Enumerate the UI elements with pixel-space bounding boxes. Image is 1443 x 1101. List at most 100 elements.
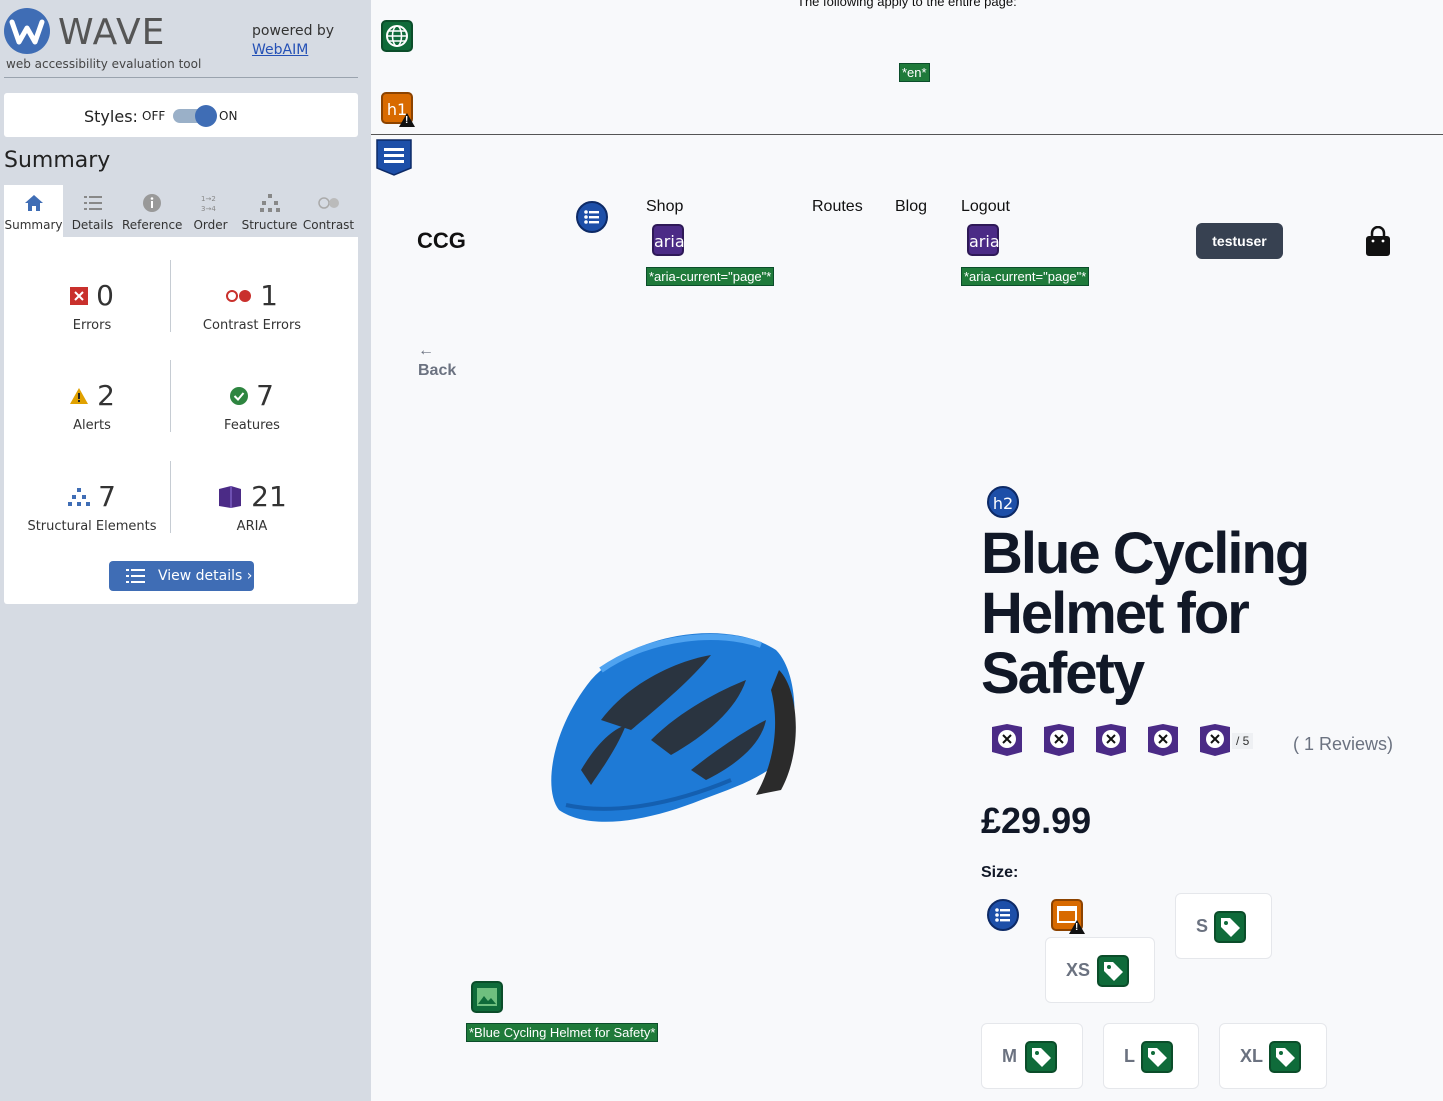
back-label: Back	[418, 362, 457, 379]
aria-hidden-icon[interactable]	[1094, 723, 1128, 757]
language-globe-icon[interactable]	[381, 20, 413, 52]
label-tag-icon[interactable]	[1097, 955, 1129, 987]
product-image	[551, 633, 796, 822]
styles-toggle-switch[interactable]	[173, 105, 217, 127]
reviews-count-link[interactable]: ( 1 Reviews)	[1293, 730, 1413, 758]
wave-logo-icon	[4, 8, 50, 54]
label-tag-icon[interactable]	[1025, 1041, 1057, 1073]
nav-blog[interactable]: Blog	[895, 198, 927, 216]
tab-label: Details	[71, 218, 114, 232]
nav-routes[interactable]: Routes	[812, 198, 863, 216]
divider	[4, 77, 358, 78]
styles-off-label: OFF	[142, 109, 166, 123]
aria-label: ARIA	[236, 519, 268, 534]
aria-icon-text: aria	[969, 232, 1000, 251]
styles-on-label: ON	[219, 109, 238, 123]
nav-logout[interactable]: Logout	[961, 198, 1010, 216]
tab-contrast[interactable]: Contrast	[299, 185, 358, 237]
info-icon	[142, 194, 161, 212]
product-title: Blue Cycling Helmet for Safety	[981, 521, 1310, 706]
aria-hidden-icon[interactable]	[990, 723, 1024, 757]
contrast-error-icon	[226, 289, 252, 302]
arrow-left-icon: ←	[418, 342, 434, 359]
size-label-s: S	[1196, 915, 1209, 936]
features-count: 7	[256, 379, 274, 412]
page-content: The following apply to the entire page: …	[371, 0, 1443, 1101]
size-option-m[interactable]: M	[981, 1023, 1083, 1089]
structural-stat[interactable]: 7 Structural Elements	[9, 480, 175, 534]
size-label-xs: XS	[1066, 959, 1091, 980]
tab-label: Summary	[4, 218, 63, 232]
tab-label: Structure	[241, 218, 298, 232]
product-price: £29.99	[981, 800, 1092, 841]
back-link[interactable]: ← Back	[418, 342, 456, 380]
wave-subtitle: web accessibility evaluation tool	[6, 57, 202, 71]
h2-icon[interactable]: h2	[987, 486, 1019, 518]
wave-tabs: Summary Details Reference 1→2 3→4 Order S…	[4, 185, 358, 237]
tab-order[interactable]: 1→2 3→4 Order	[181, 185, 240, 237]
aria-stat[interactable]: 21 ARIA	[169, 480, 335, 534]
contrast-errors-stat[interactable]: 1 Contrast Errors	[169, 279, 335, 333]
structure-icon	[259, 194, 280, 212]
contrast-icon	[317, 197, 339, 209]
summary-heading: Summary	[4, 148, 111, 173]
user-menu-button[interactable]: testuser	[1196, 223, 1283, 259]
landmark-icon[interactable]	[376, 138, 412, 176]
shopping-bag-icon[interactable]	[1364, 226, 1392, 258]
features-label: Features	[224, 418, 280, 433]
alerts-stat[interactable]: 2 Alerts	[9, 379, 175, 433]
webaim-link[interactable]: WebAIM	[252, 42, 308, 58]
aria-icon[interactable]: aria	[967, 224, 1000, 256]
errors-label: Errors	[72, 318, 112, 333]
styles-label: Styles:	[84, 107, 138, 126]
label-tag-icon[interactable]	[1269, 1041, 1301, 1073]
wave-sidebar: WAVE web accessibility evaluation tool p…	[0, 0, 371, 1101]
view-details-button[interactable]: View details ›	[109, 561, 254, 591]
alert-icon	[70, 387, 89, 404]
tab-reference[interactable]: Reference	[122, 185, 182, 237]
brand-logo[interactable]: CCG	[417, 228, 466, 254]
list-structure-icon[interactable]	[576, 201, 608, 233]
list-icon	[126, 569, 145, 583]
contrast-errors-count: 1	[260, 279, 278, 312]
structural-label: Structural Elements	[27, 519, 157, 534]
aria-icon[interactable]: aria	[652, 224, 685, 256]
aria-hidden-icon[interactable]	[1198, 723, 1232, 757]
feature-check-icon	[230, 386, 249, 405]
features-stat[interactable]: 7 Features	[169, 379, 335, 433]
errors-stat[interactable]: 0 Errors	[9, 279, 175, 333]
wave-title: WAVE	[58, 12, 166, 53]
label-tag-icon[interactable]	[1214, 911, 1246, 943]
aria-icon-text: aria	[654, 232, 685, 251]
size-label-xl: XL	[1240, 1045, 1264, 1066]
tab-label: Order	[193, 218, 228, 232]
size-option-xl[interactable]: XL	[1219, 1023, 1327, 1089]
lang-tag: *en*	[899, 63, 930, 82]
rating-max: / 5	[1232, 733, 1254, 749]
divider	[371, 134, 1443, 135]
label-tag-icon[interactable]	[1141, 1041, 1173, 1073]
list-structure-icon[interactable]	[987, 899, 1019, 931]
contrast-errors-label: Contrast Errors	[202, 318, 302, 333]
tab-details[interactable]: Details	[63, 185, 122, 237]
summary-panel: 0 Errors 1 Contrast Errors 2 Alerts 7 Fe…	[4, 237, 358, 604]
image-alt-tag: *Blue Cycling Helmet for Safety*	[466, 1023, 659, 1042]
styles-toggle-box: Styles: OFF ON	[4, 93, 358, 137]
toggle-knob	[195, 105, 217, 127]
size-option-xs[interactable]: XS	[1045, 937, 1155, 1003]
nav-shop[interactable]: Shop	[646, 198, 683, 216]
tab-summary[interactable]: Summary	[4, 185, 63, 237]
h2-icon-text: h2	[992, 494, 1014, 513]
aria-hidden-icon[interactable]	[1146, 723, 1180, 757]
tab-structure[interactable]: Structure	[240, 185, 299, 237]
alerts-label: Alerts	[73, 418, 111, 433]
svg-text:3→4: 3→4	[201, 205, 216, 213]
aria-current-tag: *aria-current="page"*	[961, 267, 1090, 286]
order-icon: 1→23→4	[201, 195, 216, 213]
size-option-l[interactable]: L	[1103, 1023, 1199, 1089]
aria-hidden-icon[interactable]	[1042, 723, 1076, 757]
size-option-s[interactable]: S	[1175, 893, 1272, 959]
alert-triangle-icon	[399, 113, 415, 127]
svg-text:1→2: 1→2	[201, 195, 216, 203]
image-alt-icon[interactable]	[471, 981, 503, 1013]
